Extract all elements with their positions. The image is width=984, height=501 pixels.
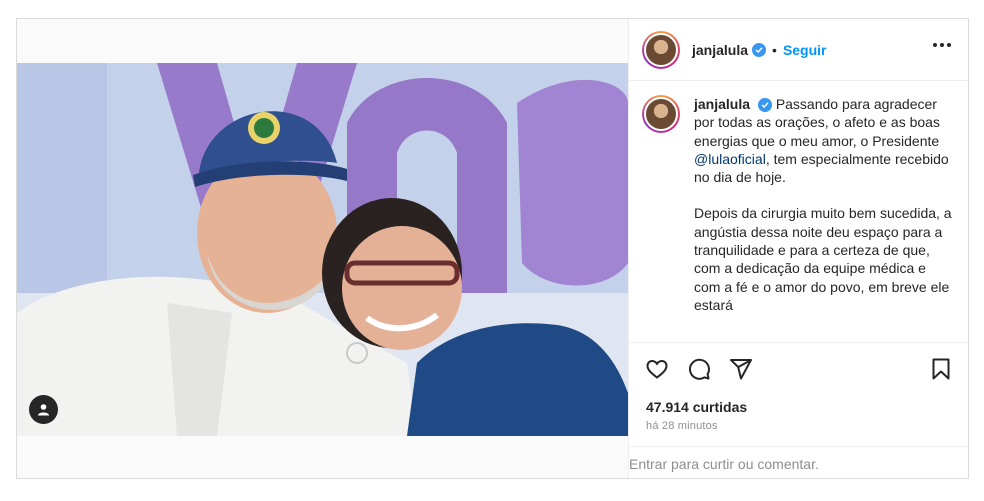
caption-username[interactable]: janjalula (694, 96, 750, 112)
user-tag-icon[interactable] (29, 395, 58, 424)
post-container: janjalula • Seguir janjalula Passando pa… (16, 18, 969, 479)
avatar-image (644, 32, 678, 67)
caption-avatar[interactable] (642, 95, 680, 133)
bookmark-icon[interactable] (929, 357, 953, 381)
mention-link[interactable]: @lulaoficial (694, 151, 766, 167)
caption-area: janjalula Passando para agradecer por to… (629, 82, 968, 342)
avatar-image (644, 97, 678, 131)
likes-count[interactable]: 47.914 curtidas (646, 399, 747, 415)
media-panel (17, 19, 628, 478)
verified-badge-icon (757, 98, 772, 113)
follow-button[interactable]: Seguir (783, 42, 827, 58)
separator-dot: • (772, 41, 777, 58)
send-icon[interactable] (729, 357, 753, 381)
comment-bar-text: para curtir ou comentar. (667, 456, 819, 472)
post-header: janjalula • Seguir (629, 19, 968, 81)
verified-badge-icon (752, 42, 767, 57)
author-avatar[interactable] (642, 30, 680, 69)
caption-text: janjalula Passando para agradecer por to… (694, 95, 955, 342)
action-bar (629, 342, 968, 394)
author-username[interactable]: janjalula (692, 42, 748, 58)
caption-paragraph-2: Depois da cirurgia muito bem sucedida, a… (694, 205, 952, 313)
caption-paragraph: janjalula Passando para agradecer por to… (694, 95, 955, 186)
comment-bar: Entrar para curtir ou comentar. (629, 446, 968, 478)
post-timestamp[interactable]: há 28 minutos (646, 420, 718, 432)
post-photo[interactable] (17, 63, 628, 436)
login-link[interactable]: Entrar (629, 456, 667, 472)
heart-icon[interactable] (645, 357, 669, 381)
more-icon[interactable] (933, 43, 951, 47)
comment-icon[interactable] (687, 357, 711, 381)
post-sidebar: janjalula • Seguir janjalula Passando pa… (628, 19, 968, 478)
